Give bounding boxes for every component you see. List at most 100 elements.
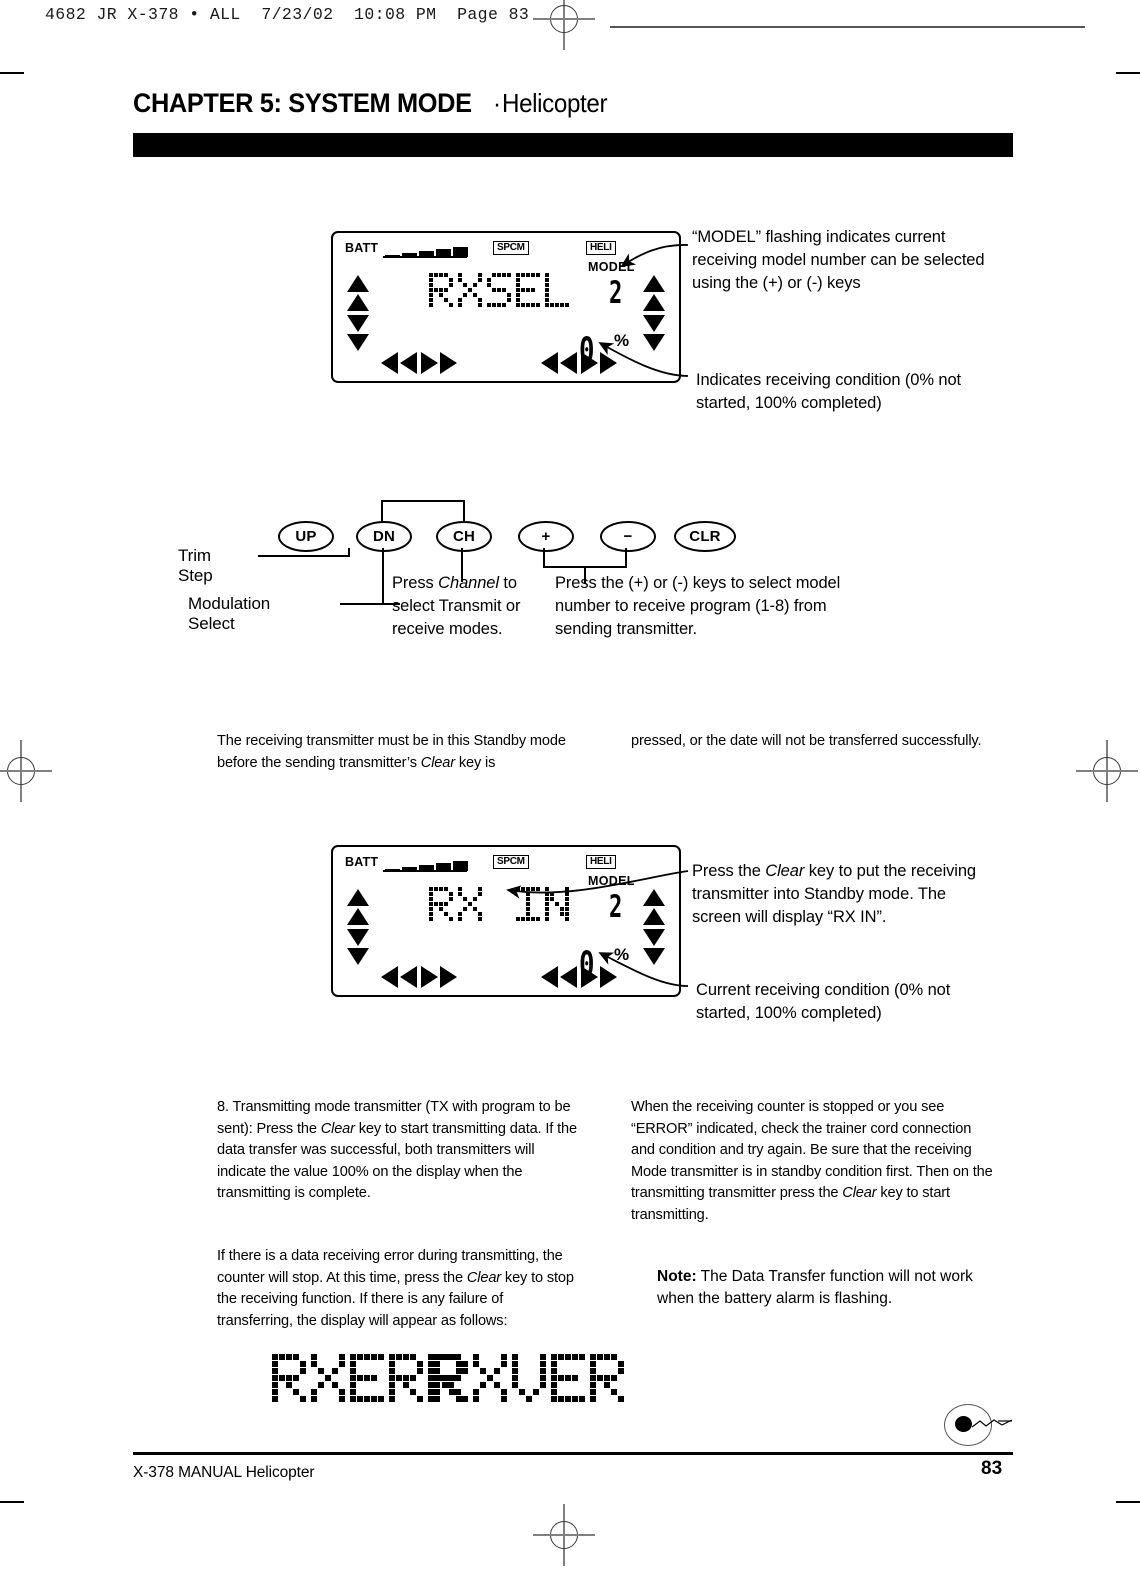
channel-caption-pre: Press (392, 574, 439, 592)
trim-indicator-left-lower (347, 929, 369, 965)
note-text: The Data Transfer function will not work… (657, 1268, 973, 1307)
trim-indicator-bottom-right (541, 966, 617, 988)
right-italic: Clear (842, 1184, 877, 1201)
matrix-char (512, 1354, 546, 1402)
registration-mark-bottom (533, 1504, 595, 1566)
matrix-char (545, 887, 569, 921)
chapter-title-separator: · (493, 88, 501, 118)
leader-modulation (340, 603, 400, 605)
trim-indicator-bottom-right (541, 352, 617, 374)
percent-symbol: % (614, 945, 630, 964)
matrix-char (458, 887, 482, 921)
model-number-value: 2 (609, 275, 623, 311)
crop-mark-top-right (1116, 26, 1140, 74)
up-key[interactable]: UP (278, 521, 334, 552)
matrix-char (272, 1354, 306, 1402)
trim-indicator-left-lower (347, 315, 369, 351)
leader-trim-step-stem (348, 548, 350, 557)
registration-mark-top (533, 0, 595, 50)
bracket-top-horizontal (381, 500, 465, 502)
matrix-char (434, 1354, 468, 1402)
title-rule-bar (133, 133, 1013, 157)
annotation-model-flashing: “MODEL” flashing indicates current recei… (692, 228, 985, 292)
plusminus-caption: Press the (+) or (-) keys to select mode… (555, 574, 841, 638)
page-number: 83 (981, 1458, 1003, 1479)
batt-label: BATT (345, 855, 379, 869)
annotation-press-clear: Press the Clear key to put the receiving… (692, 860, 992, 929)
manual-page: 4682 JR X-378 • ALL 7/23/02 10:08 PM Pag… (0, 0, 1140, 1575)
annotation-receiving-condition-top: Indicates receiving condition (0% not st… (696, 371, 962, 412)
para8-italic: Clear (320, 1119, 355, 1137)
registration-mark-right (1076, 740, 1138, 802)
page-title: CHAPTER 5: SYSTEM MODE · Helicopter (133, 88, 615, 119)
minus-key[interactable]: − (600, 521, 656, 552)
matrix-char (350, 1354, 384, 1402)
heli-badge: HELI (586, 241, 616, 255)
batt-label: BATT (345, 241, 379, 255)
paragraph-standby-left: The receiving transmitter must be in thi… (217, 730, 572, 773)
trim-indicator-right-lower (643, 315, 665, 351)
heli-badge: HELI (586, 855, 616, 869)
trim-indicator-right-upper (643, 275, 665, 311)
dn-key[interactable]: DN (356, 521, 412, 552)
plus-key[interactable]: + (518, 521, 574, 552)
standby-left-italic: Clear (420, 753, 455, 771)
bracket-plusminus-left-stem (543, 548, 545, 568)
paragraph-9: If there is a data receiving error durin… (217, 1245, 582, 1331)
spcm-badge: SPCM (493, 855, 529, 869)
bracket-top-left-stem (381, 500, 383, 522)
standby-left-a: The receiving transmitter must be in thi… (217, 732, 566, 771)
leader-modulation-stem (382, 548, 384, 605)
trim-indicator-left-upper (347, 275, 369, 311)
trim-indicator-bottom-left (381, 352, 457, 374)
matrix-char (429, 273, 453, 307)
logo-swish-icon (972, 1419, 1012, 1428)
trim-step-label: Trim Step (178, 546, 213, 585)
leader-trim-step (258, 555, 350, 557)
para9-italic: Clear (466, 1268, 502, 1286)
crop-mark-bottom-left (0, 1501, 24, 1549)
percent-symbol: % (614, 331, 630, 350)
matrix-char (551, 1354, 585, 1402)
bracket-top-right-stem (463, 500, 465, 522)
matrix-char (545, 273, 569, 307)
file-header-rule (610, 26, 1085, 28)
standby-left-b: key is (454, 753, 496, 771)
matrix-char (458, 273, 482, 307)
clr-key[interactable]: CLR (674, 521, 736, 552)
matrix-char (516, 273, 540, 307)
error-display-rxver (434, 1354, 624, 1402)
lcd-matrix-text (429, 887, 569, 921)
press-clear-italic: Clear (765, 862, 805, 880)
model-label: MODEL (588, 874, 635, 888)
matrix-char (311, 1354, 345, 1402)
matrix-char (516, 887, 540, 921)
annotation-receiving-condition-bottom: Current receiving condition (0% not star… (696, 981, 951, 1022)
footer-rule (133, 1452, 1013, 1455)
matrix-char (473, 1354, 507, 1402)
matrix-char (487, 887, 511, 921)
note-label: Note: (657, 1268, 697, 1285)
matrix-char (590, 1354, 624, 1402)
trim-indicator-right-lower (643, 929, 665, 965)
trim-indicator-left-upper (347, 889, 369, 925)
channel-caption: Press Channel to select Transmit or rece… (392, 572, 552, 641)
note-block: Note: The Data Transfer function will no… (657, 1266, 1002, 1310)
paragraph-right: When the receiving counter is stopped or… (631, 1096, 998, 1225)
press-clear-pre: Press the (692, 862, 766, 880)
chapter-title-bold: CHAPTER 5: SYSTEM MODE (133, 88, 472, 118)
battery-baseline (383, 870, 467, 872)
lcd-display-rxin: BATT SPCM HELI MODEL 2 0 % (331, 845, 681, 997)
paragraph-standby-right: pressed, or the date will not be transfe… (631, 732, 982, 749)
registration-mark-left (0, 740, 52, 802)
crop-mark-top-left (0, 26, 24, 74)
matrix-char (389, 1354, 423, 1402)
trim-indicator-right-upper (643, 889, 665, 925)
model-label: MODEL (588, 260, 635, 274)
crop-mark-bottom-right (1116, 1501, 1140, 1549)
lcd-display-rxsel: BATT SPCM HELI MODEL 2 0 % (331, 231, 681, 383)
ch-key[interactable]: CH (436, 521, 492, 552)
matrix-char (487, 273, 511, 307)
modulation-select-label: Modulation Select (188, 594, 271, 633)
channel-caption-italic: Channel (438, 574, 499, 592)
